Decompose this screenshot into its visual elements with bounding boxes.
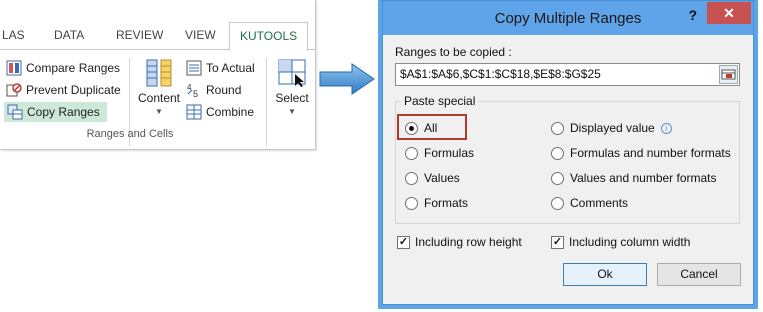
radio-values[interactable]: Values bbox=[405, 171, 460, 185]
radio-button[interactable] bbox=[405, 171, 418, 185]
help-button[interactable]: ? bbox=[688, 7, 697, 23]
ok-button[interactable]: Ok bbox=[563, 263, 647, 286]
to-actual-icon bbox=[186, 60, 202, 76]
range-picker-icon bbox=[721, 69, 736, 80]
radio-formats-label: Formats bbox=[424, 196, 469, 210]
prevent-duplicate-label: Prevent Duplicate bbox=[26, 83, 121, 97]
radio-displayed-value-label: Displayed value bbox=[570, 121, 655, 135]
range-select-button[interactable] bbox=[719, 65, 738, 84]
radio-formulas-label: Formulas bbox=[424, 146, 475, 160]
content-button[interactable]: Content ▼ bbox=[136, 58, 182, 116]
combine-button[interactable]: Combine bbox=[186, 102, 254, 122]
content-label: Content bbox=[137, 91, 181, 105]
radio-formats[interactable]: Formats bbox=[405, 196, 468, 210]
radio-comments-label: Comments bbox=[570, 196, 629, 210]
checkmark-icon[interactable]: ✓ bbox=[397, 235, 410, 249]
info-icon[interactable]: i bbox=[660, 122, 672, 134]
combine-label: Combine bbox=[206, 105, 255, 119]
radio-values-number-formats-label: Values and number formats bbox=[570, 171, 717, 185]
combine-icon bbox=[186, 104, 202, 120]
radio-button[interactable] bbox=[551, 171, 564, 185]
radio-all[interactable]: All bbox=[405, 121, 437, 135]
copy-ranges-icon bbox=[7, 104, 23, 120]
including-row-height-checkbox[interactable]: ✓ Including row height bbox=[397, 235, 522, 249]
including-row-height-label: Including row height bbox=[415, 235, 522, 249]
chevron-down-icon: ▼ bbox=[155, 107, 163, 116]
tab-data[interactable]: DATA bbox=[54, 28, 84, 42]
tab-formulas[interactable]: LAS bbox=[2, 28, 25, 42]
radio-comments[interactable]: Comments bbox=[551, 196, 628, 210]
right-arrow-icon bbox=[319, 63, 375, 95]
to-actual-label: To Actual bbox=[206, 61, 255, 75]
radio-values-label: Values bbox=[424, 171, 460, 185]
radio-all-label: All bbox=[424, 121, 438, 135]
tab-view[interactable]: VIEW bbox=[185, 28, 216, 42]
compare-ranges-button[interactable]: Compare Ranges bbox=[6, 58, 120, 78]
close-button[interactable]: ✕ bbox=[707, 2, 751, 24]
round-label: Round bbox=[206, 83, 242, 97]
radio-formulas[interactable]: Formulas bbox=[405, 146, 474, 160]
radio-button-selected[interactable] bbox=[405, 121, 418, 135]
including-column-width-label: Including column width bbox=[569, 235, 691, 249]
select-button[interactable]: Select ▼ bbox=[272, 58, 312, 116]
tab-kutools[interactable]: KUTOOLS bbox=[229, 22, 309, 51]
ranges-label: Ranges to be copied : bbox=[395, 45, 512, 59]
paste-special-label: Paste special bbox=[401, 94, 479, 108]
radio-displayed-value[interactable]: Displayed value i bbox=[551, 121, 672, 135]
content-icon bbox=[146, 59, 172, 87]
radio-button[interactable] bbox=[405, 196, 418, 210]
excel-ribbon: LAS DATA REVIEW VIEW KUTOOLS Compare Ran… bbox=[0, 0, 316, 150]
ribbon-tab-bar: LAS DATA REVIEW VIEW KUTOOLS bbox=[0, 22, 316, 51]
round-icon: 45 bbox=[186, 82, 202, 99]
copy-ranges-label: Copy Ranges bbox=[27, 105, 100, 119]
radio-button[interactable] bbox=[551, 121, 564, 135]
including-column-width-checkbox[interactable]: ✓ Including column width bbox=[551, 235, 690, 249]
ranges-input[interactable]: $A$1:$A$6,$C$1:$C$18,$E$8:$G$25 bbox=[395, 63, 740, 86]
round-button[interactable]: 45 Round bbox=[186, 80, 241, 100]
prevent-duplicate-icon bbox=[6, 82, 22, 98]
ribbon-separator bbox=[266, 58, 267, 146]
chevron-down-icon: ▼ bbox=[288, 107, 296, 116]
cancel-button[interactable]: Cancel bbox=[657, 263, 741, 286]
svg-text:5: 5 bbox=[193, 89, 198, 98]
checkmark-icon[interactable]: ✓ bbox=[551, 235, 564, 249]
to-actual-button[interactable]: To Actual bbox=[186, 58, 255, 78]
copy-ranges-button[interactable]: Copy Ranges bbox=[4, 102, 107, 122]
tab-review[interactable]: REVIEW bbox=[116, 28, 163, 42]
dialog-titlebar[interactable]: Copy Multiple Ranges ? ✕ bbox=[383, 1, 753, 35]
select-icon bbox=[278, 59, 306, 87]
compare-ranges-label: Compare Ranges bbox=[26, 61, 121, 75]
radio-button[interactable] bbox=[405, 146, 418, 160]
dialog-title: Copy Multiple Ranges bbox=[494, 10, 642, 27]
copy-multiple-ranges-dialog: Copy Multiple Ranges ? ✕ Ranges to be co… bbox=[382, 0, 754, 305]
radio-values-and-number-formats[interactable]: Values and number formats bbox=[551, 171, 717, 185]
prevent-duplicate-button[interactable]: Prevent Duplicate bbox=[6, 80, 121, 100]
select-label: Select bbox=[275, 91, 309, 105]
group-label-ranges-and-cells: Ranges and Cells bbox=[86, 128, 174, 140]
radio-button[interactable] bbox=[551, 146, 564, 160]
radio-button[interactable] bbox=[551, 196, 564, 210]
compare-ranges-icon bbox=[6, 60, 22, 76]
radio-formulas-number-formats-label: Formulas and number formats bbox=[570, 146, 731, 160]
radio-formulas-and-number-formats[interactable]: Formulas and number formats bbox=[551, 146, 731, 160]
